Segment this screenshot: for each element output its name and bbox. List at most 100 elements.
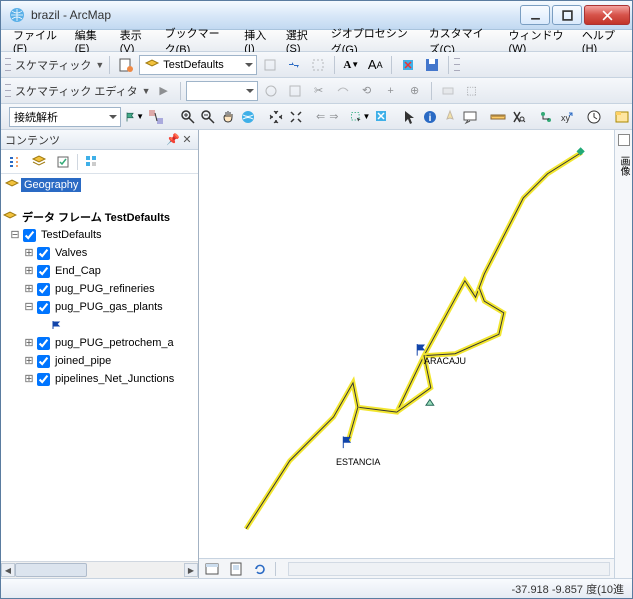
map-svg (199, 130, 614, 558)
layout-view-tab[interactable] (227, 561, 245, 577)
editor-btn-1[interactable]: ▶ (153, 80, 175, 102)
toc-cb-refineries[interactable] (37, 283, 50, 296)
svg-text:i: i (429, 113, 432, 124)
map-tabs (199, 558, 614, 578)
toolbar-schematic: スケマティック ▼ TestDefaults A▼ AA (1, 52, 632, 78)
catalog-button[interactable] (613, 106, 631, 128)
html-popup-button[interactable] (461, 106, 479, 128)
toc-cb-testdefaults[interactable] (23, 229, 36, 242)
toc-layer-petrochem[interactable]: ⊞pug_PUG_petrochem_a (1, 334, 198, 352)
toc-symbol-gasplants (1, 316, 198, 334)
zoom-out-button[interactable] (199, 106, 217, 128)
right-dock-strip: 画像 (614, 130, 632, 578)
toolbar-trace-row: 接続解析 ▼ ⇐ ⇒ ▼ i xy (1, 104, 632, 130)
data-view-tab[interactable] (203, 561, 221, 577)
maximize-button[interactable] (552, 5, 582, 25)
pointer-button[interactable] (401, 106, 419, 128)
editor-btn-2[interactable] (260, 80, 282, 102)
close-button[interactable] (584, 5, 630, 25)
editor-combo[interactable] (186, 81, 258, 101)
toolbar-editor-label: スケマティック エディタ (15, 83, 138, 99)
goto-xy-button[interactable]: xy (557, 106, 575, 128)
pan-button[interactable] (219, 106, 237, 128)
zoom-fixed-in-button[interactable] (267, 106, 285, 128)
prev-extent-button[interactable]: ⇐ (315, 106, 326, 128)
editor-btn-9[interactable] (437, 80, 459, 102)
schematic-new-button[interactable] (115, 54, 137, 76)
toc-list-drawing-button[interactable] (5, 152, 25, 172)
toc-scroll-right[interactable]: ▶ (184, 563, 198, 577)
schematic-btn-1[interactable] (259, 54, 281, 76)
toc-cb-petrochem[interactable] (37, 337, 50, 350)
find-route-button[interactable] (537, 106, 555, 128)
toc-header: コンテンツ 📌 ✕ (1, 130, 198, 150)
toc-geography-item[interactable]: Geography (1, 176, 198, 194)
toc-pin-button[interactable]: 📌 (166, 133, 180, 147)
find-button[interactable] (509, 106, 527, 128)
app-icon (9, 7, 25, 23)
full-extent-button[interactable] (239, 106, 257, 128)
toc-hscrollbar[interactable]: ◀ ▶ (1, 561, 198, 578)
trace-flag-button[interactable]: ▼ (123, 106, 145, 128)
toc-viewbar (1, 150, 198, 174)
hyperlink-button[interactable] (441, 106, 459, 128)
identify-button[interactable]: i (421, 106, 439, 128)
map-canvas[interactable]: ARACAJU ESTANCIA (199, 130, 614, 558)
toc-cb-joinedpipe[interactable] (37, 355, 50, 368)
right-dock-tab[interactable]: 画像 (614, 150, 633, 182)
label-size-button[interactable]: AA (364, 54, 386, 76)
editor-btn-10[interactable]: ⬚ (461, 80, 483, 102)
schematic-propagate-button[interactable] (283, 54, 305, 76)
schematic-save-button[interactable] (421, 54, 443, 76)
toc-layer-refineries[interactable]: ⊞pug_PUG_refineries (1, 280, 198, 298)
editor-btn-5[interactable] (332, 80, 354, 102)
toc-list-source-button[interactable] (29, 152, 49, 172)
editor-btn-8[interactable]: ⊕ (404, 80, 426, 102)
clear-selection-button[interactable] (373, 106, 391, 128)
zoom-in-button[interactable] (179, 106, 197, 128)
menubar: ファイル(F) 編集(E) 表示(V) ブックマーク(B) 挿入(I) 選択(S… (1, 30, 632, 52)
toc-layer-testdefaults[interactable]: ⊟TestDefaults (1, 226, 198, 244)
toc-scroll-left[interactable]: ◀ (1, 563, 15, 577)
editor-btn-3[interactable] (284, 80, 306, 102)
measure-button[interactable] (489, 106, 507, 128)
toc-layer-joinedpipe[interactable]: ⊞joined_pipe (1, 352, 198, 370)
toc-layer-endcap[interactable]: ⊞End_Cap (1, 262, 198, 280)
svg-text:xy: xy (561, 113, 571, 123)
schematic-clear-button[interactable] (397, 54, 419, 76)
next-extent-button[interactable]: ⇒ (328, 106, 339, 128)
toc-layer-gasplants[interactable]: ⊟pug_PUG_gas_plants (1, 298, 198, 316)
toc-close-button[interactable]: ✕ (180, 133, 194, 147)
time-slider-button[interactable] (585, 106, 603, 128)
toc-dataframe-item[interactable]: データ フレーム TestDefaults (1, 208, 198, 226)
toc-cb-endcap[interactable] (37, 265, 50, 278)
editor-btn-7[interactable]: + (380, 80, 402, 102)
toolbar-editor: スケマティック エディタ ▼ ▶ ✂ ⟲ + ⊕ ⬚ (1, 78, 632, 104)
map-marker (426, 399, 434, 405)
label-bold-button[interactable]: A▼ (340, 54, 362, 76)
toc-list-selection-button[interactable] (82, 152, 102, 172)
schematic-btn-3[interactable] (307, 54, 329, 76)
app-window: brazil - ArcMap ファイル(F) 編集(E) 表示(V) ブックマ… (0, 0, 633, 599)
map-hscrollbar[interactable] (288, 562, 610, 576)
toc-layer-valves[interactable]: ⊞Valves (1, 244, 198, 262)
toc-cb-valves[interactable] (37, 247, 50, 260)
minimize-button[interactable] (520, 5, 550, 25)
toc-scroll-thumb[interactable] (15, 563, 87, 577)
toc-list-visibility-button[interactable] (53, 152, 73, 172)
trace-solve-button[interactable] (147, 106, 165, 128)
select-features-button[interactable]: ▼ (349, 106, 371, 128)
toc-panel: コンテンツ 📌 ✕ Geography データ フレーム Tes (1, 130, 199, 578)
right-dock-icon[interactable] (618, 134, 630, 146)
schematic-layer-combo[interactable]: TestDefaults (139, 55, 257, 75)
editor-btn-4[interactable]: ✂ (308, 80, 330, 102)
refresh-button[interactable] (251, 561, 269, 577)
toc-cb-junctions[interactable] (37, 373, 50, 386)
zoom-fixed-out-button[interactable] (287, 106, 305, 128)
trace-task-combo[interactable]: 接続解析 (9, 107, 121, 127)
map-label-aracaju: ARACAJU (424, 356, 466, 366)
statusbar: -37.918 -9.857 度(10進 (1, 578, 632, 598)
toc-layer-junctions[interactable]: ⊞pipelines_Net_Junctions (1, 370, 198, 388)
toc-cb-gasplants[interactable] (37, 301, 50, 314)
editor-btn-6[interactable]: ⟲ (356, 80, 378, 102)
